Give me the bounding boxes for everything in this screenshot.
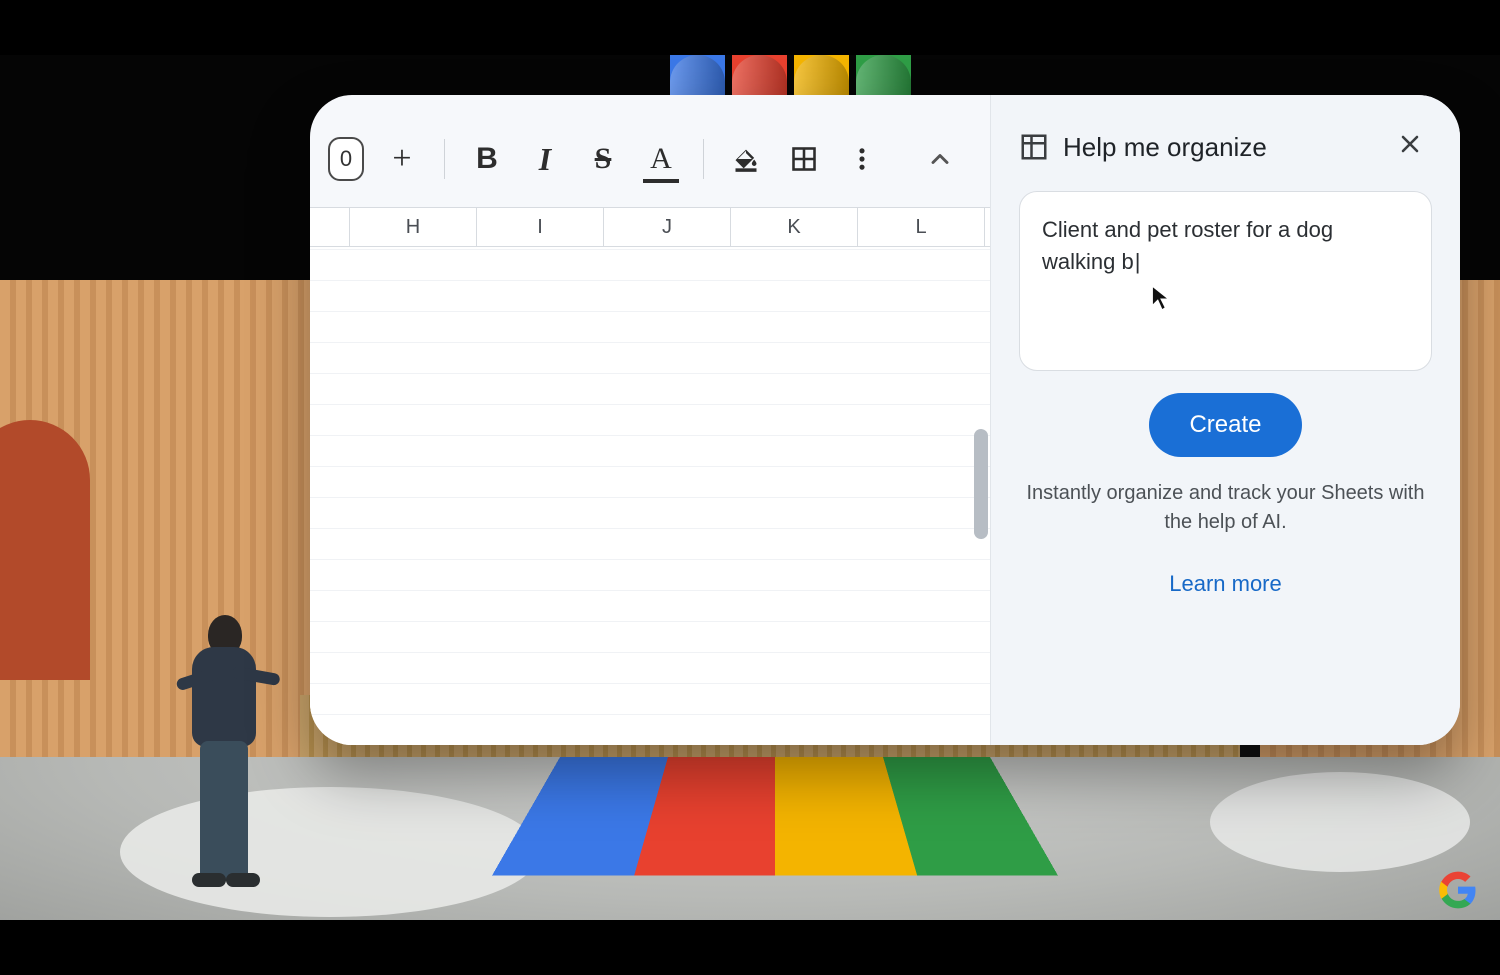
close-button[interactable]	[1388, 125, 1432, 169]
chevron-up-icon	[926, 145, 954, 173]
help-me-organize-panel: Help me organize Client and pet roster f…	[990, 95, 1460, 745]
column-headers: H I J K L	[310, 207, 990, 247]
toolbar-separator	[703, 139, 704, 179]
stage-scene: 0 + B I S A	[0, 55, 1500, 920]
table-icon	[1019, 132, 1049, 162]
google-logo-icon	[1438, 870, 1478, 910]
prompt-text: Client and pet roster for a dog walking …	[1042, 217, 1333, 274]
panel-title: Help me organize	[1063, 132, 1267, 163]
more-vertical-icon	[848, 145, 876, 173]
text-color-button[interactable]: A	[641, 139, 681, 179]
column-header[interactable]: H	[350, 208, 477, 246]
prompt-input[interactable]: Client and pet roster for a dog walking …	[1019, 191, 1432, 371]
text-caret	[1134, 249, 1141, 274]
cells-area[interactable]	[310, 247, 990, 745]
column-header[interactable]: J	[604, 208, 731, 246]
mouse-cursor-icon	[1150, 284, 1172, 312]
toolbar: 0 + B I S A	[310, 119, 990, 207]
panel-header: Help me organize	[1019, 125, 1432, 169]
strikethrough-button[interactable]: S	[583, 139, 623, 179]
column-header[interactable]: I	[477, 208, 604, 246]
collapse-toolbar-button[interactable]	[920, 139, 960, 179]
select-all-corner[interactable]	[310, 208, 350, 246]
sheets-window: 0 + B I S A	[310, 95, 1460, 745]
paint-bucket-icon	[732, 145, 760, 173]
fill-color-button[interactable]	[726, 139, 766, 179]
spreadsheet-pane: 0 + B I S A	[310, 95, 990, 745]
bold-button[interactable]: B	[467, 139, 507, 179]
borders-button[interactable]	[784, 139, 824, 179]
vertical-scrollbar[interactable]	[974, 429, 988, 539]
column-header[interactable]: K	[731, 208, 858, 246]
insert-button[interactable]: +	[382, 139, 422, 179]
letterbox-bottom	[0, 920, 1500, 975]
close-icon	[1398, 132, 1422, 156]
more-options-button[interactable]	[842, 139, 882, 179]
number-format-pill[interactable]: 0	[328, 137, 364, 181]
floor-stripes	[492, 757, 1058, 876]
column-header[interactable]: L	[858, 208, 985, 246]
presenter	[170, 615, 280, 895]
italic-button[interactable]: I	[525, 139, 565, 179]
video-frame: 0 + B I S A	[0, 0, 1500, 975]
letterbox-top	[0, 0, 1500, 55]
floor-circle-right	[1210, 772, 1470, 872]
toolbar-separator	[444, 139, 445, 179]
borders-icon	[790, 145, 818, 173]
create-button[interactable]: Create	[1149, 393, 1301, 457]
spreadsheet-grid[interactable]: H I J K L	[310, 207, 990, 745]
panel-help-text: Instantly organize and track your Sheets…	[1019, 479, 1432, 537]
learn-more-link[interactable]: Learn more	[1019, 571, 1432, 597]
